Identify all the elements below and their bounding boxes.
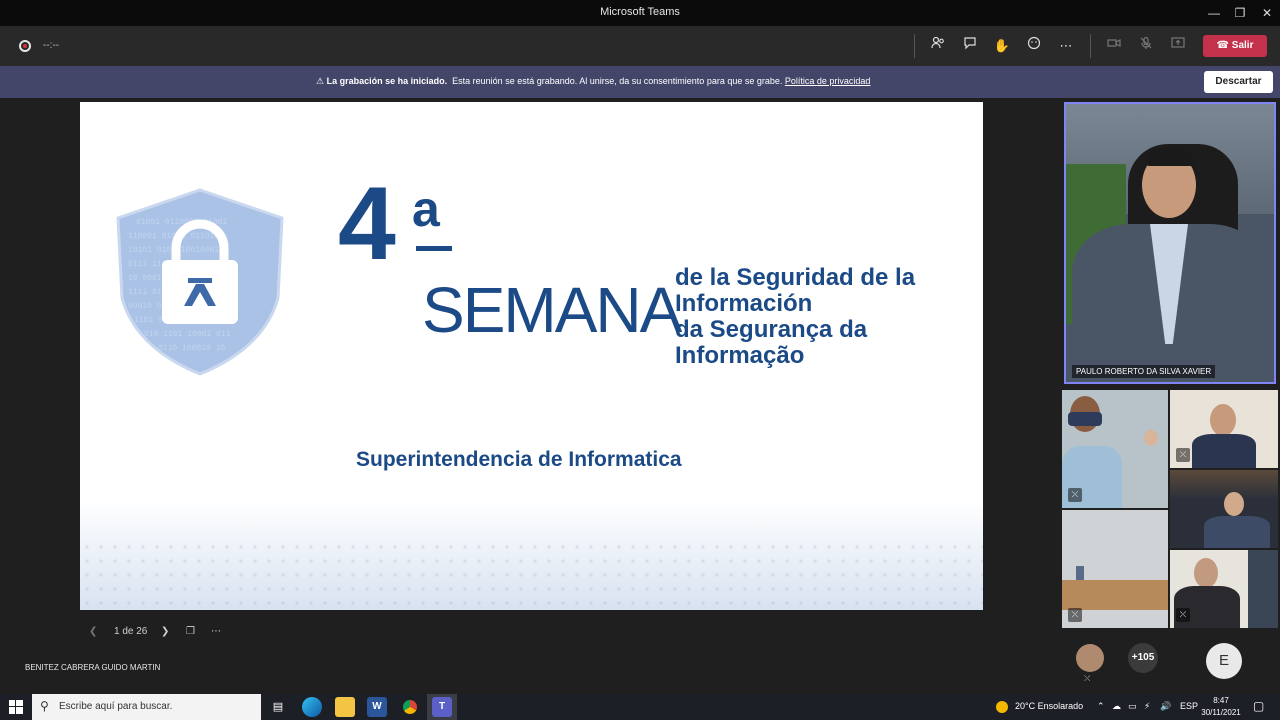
featured-video-tile[interactable]: PAULO ROBERTO DA SILVA XAVIER [1064, 102, 1276, 384]
leave-button[interactable]: ☎ Salir [1203, 35, 1267, 57]
slide-subtitle-line-4: Informação [675, 342, 805, 369]
search-placeholder: Escribe aquí para buscar. [59, 701, 173, 712]
windows-start-icon[interactable] [9, 700, 23, 719]
slide-decoration [80, 500, 983, 610]
person-suit [1204, 516, 1270, 548]
toolbar-divider [1090, 34, 1091, 58]
mic-off-icon: ⤬ [1068, 608, 1082, 622]
dismiss-button[interactable]: Descartar [1204, 71, 1273, 93]
featured-participant-name: PAULO ROBERTO DA SILVA XAVIER [1072, 365, 1216, 378]
privacy-policy-link[interactable]: Política de privacidad [785, 76, 871, 86]
clock-time: 8:47 [1213, 696, 1229, 705]
more-options-icon[interactable]: ⋯ [1056, 36, 1076, 56]
slide-more-icon[interactable]: ⋯ [211, 626, 221, 637]
svg-text:010 1101 10001 011: 010 1101 10001 011 [144, 330, 231, 339]
weather-text[interactable]: 20°C Ensolarado [1015, 701, 1083, 711]
more-participants-badge[interactable]: +105 [1128, 643, 1158, 673]
participant-avatar[interactable] [1076, 644, 1104, 672]
prev-slide-icon[interactable]: ❮ [89, 626, 97, 637]
recording-banner: ⚠ La grabación se ha iniciado. Esta reun… [0, 66, 1280, 98]
video-tile-1[interactable]: ⤬ [1062, 390, 1168, 508]
video-tile-2[interactable]: ⤬ [1170, 390, 1278, 468]
power-icon[interactable]: ⚡ [1144, 701, 1150, 712]
file-explorer-icon[interactable] [335, 697, 355, 717]
meeting-toolbar: --:-- ✋ ⋯ ☎ Salir [0, 26, 1280, 66]
phone-hangup-icon: ☎ [1216, 40, 1229, 51]
person-figure [1076, 566, 1084, 580]
volume-icon[interactable]: 🔊 [1160, 701, 1171, 712]
video-tile-4[interactable]: ⤬ [1062, 510, 1168, 628]
video-tile-5[interactable]: ⤬ [1170, 550, 1278, 628]
meeting-timer: --:-- [43, 40, 60, 51]
notifications-icon[interactable]: ▢ [1253, 699, 1264, 713]
clock-date: 30/11/2021 [1201, 708, 1241, 717]
video-tile-3[interactable] [1170, 470, 1278, 548]
face-mask [1068, 412, 1102, 426]
title-bar: Microsoft Teams — ❐ ✕ [0, 0, 1280, 26]
slide-footer-text: Superintendencia de Informatica [356, 448, 682, 471]
conference-table [1062, 580, 1168, 610]
slide-ordinal: a [412, 181, 440, 237]
word-icon[interactable]: W [367, 697, 387, 717]
svg-text:0110 100010 10: 0110 100010 10 [158, 344, 225, 353]
leave-label: Salir [1231, 40, 1254, 51]
mic-off-icon: ⤬ [1068, 488, 1082, 502]
banner-stand [1248, 550, 1278, 628]
recording-message: ⚠ La grabación se ha iniciado. Esta reun… [316, 76, 870, 87]
slide-overview-icon[interactable]: ❐ [186, 626, 195, 637]
video-background [1170, 470, 1278, 500]
person-head [1144, 430, 1158, 446]
slide-subtitle-line-1: de la Seguridad de la [675, 264, 916, 291]
mic-off-icon: ⤬ [1176, 448, 1190, 462]
presenter-name: BENITEZ CABRERA GUIDO MARTIN [25, 663, 161, 672]
search-icon: ⚲ [40, 699, 49, 713]
windows-taskbar: ⚲ Escribe aquí para buscar. ▤ W T 20°C E… [0, 694, 1280, 720]
presentation-slide: 01001 0110000 01001 110001 01011 0110111… [80, 102, 983, 610]
network-icon[interactable]: ▭ [1128, 701, 1137, 712]
recording-icon [19, 40, 31, 52]
banner-title: La grabación se ha iniciado. [326, 76, 448, 86]
chrome-icon[interactable] [400, 697, 420, 717]
chat-icon[interactable] [960, 36, 980, 56]
task-view-icon[interactable]: ▤ [268, 697, 288, 717]
weather-sun-icon [996, 701, 1008, 713]
shared-content-stage: 01001 0110000 01001 110001 01011 0110111… [0, 98, 1060, 696]
teams-icon[interactable]: T [432, 697, 452, 717]
window-title: Microsoft Teams [600, 6, 680, 18]
system-clock[interactable]: 8:47 30/11/2021 [1200, 695, 1242, 719]
close-button[interactable]: ✕ [1252, 0, 1280, 26]
next-slide-icon[interactable]: ❯ [161, 626, 169, 637]
person-suit [1192, 434, 1256, 468]
share-screen-icon[interactable] [1168, 36, 1188, 56]
slide-number-4: 4 [338, 166, 396, 282]
participants-icon[interactable] [928, 36, 948, 56]
slide-counter: 1 de 26 [114, 626, 148, 637]
language-indicator[interactable]: ESP [1180, 701, 1198, 711]
raise-hand-icon[interactable]: ✋ [992, 36, 1012, 56]
person-hair [1146, 148, 1194, 166]
participants-panel: PAULO ROBERTO DA SILVA XAVIER ⤬ ⤬ ⤬ ⤬ [1060, 98, 1280, 694]
mic-off-icon[interactable] [1136, 36, 1156, 56]
camera-off-icon[interactable] [1104, 36, 1124, 56]
slide-subtitle-line-2: Información [675, 290, 813, 317]
reactions-icon[interactable] [1024, 36, 1044, 56]
ordinal-underline [416, 246, 452, 251]
restore-button[interactable]: ❐ [1225, 0, 1255, 26]
slide-subtitle-line-3: da Segurança da [675, 316, 868, 343]
mic-off-icon: ⤬ [1084, 674, 1091, 683]
show-hidden-icons[interactable]: ⌃ [1097, 701, 1105, 712]
person-head [1224, 492, 1244, 516]
person-head [1210, 404, 1236, 436]
person-head [1194, 558, 1218, 588]
onedrive-icon[interactable]: ☁ [1112, 701, 1121, 712]
mic-off-icon: ⤬ [1176, 608, 1190, 622]
warning-icon: ⚠ [316, 76, 325, 86]
slide-semana: SEMANA [422, 274, 682, 346]
toolbar-divider [914, 34, 915, 58]
participant-initial-avatar[interactable]: E [1206, 643, 1242, 679]
edge-icon[interactable] [302, 697, 322, 717]
banner-text: Esta reunión se está grabando. Al unirse… [452, 76, 783, 86]
shield-lock-logo: 01001 0110000 01001 110001 01011 0110111… [116, 188, 284, 376]
taskbar-search-box[interactable]: ⚲ Escribe aquí para buscar. [32, 694, 261, 720]
